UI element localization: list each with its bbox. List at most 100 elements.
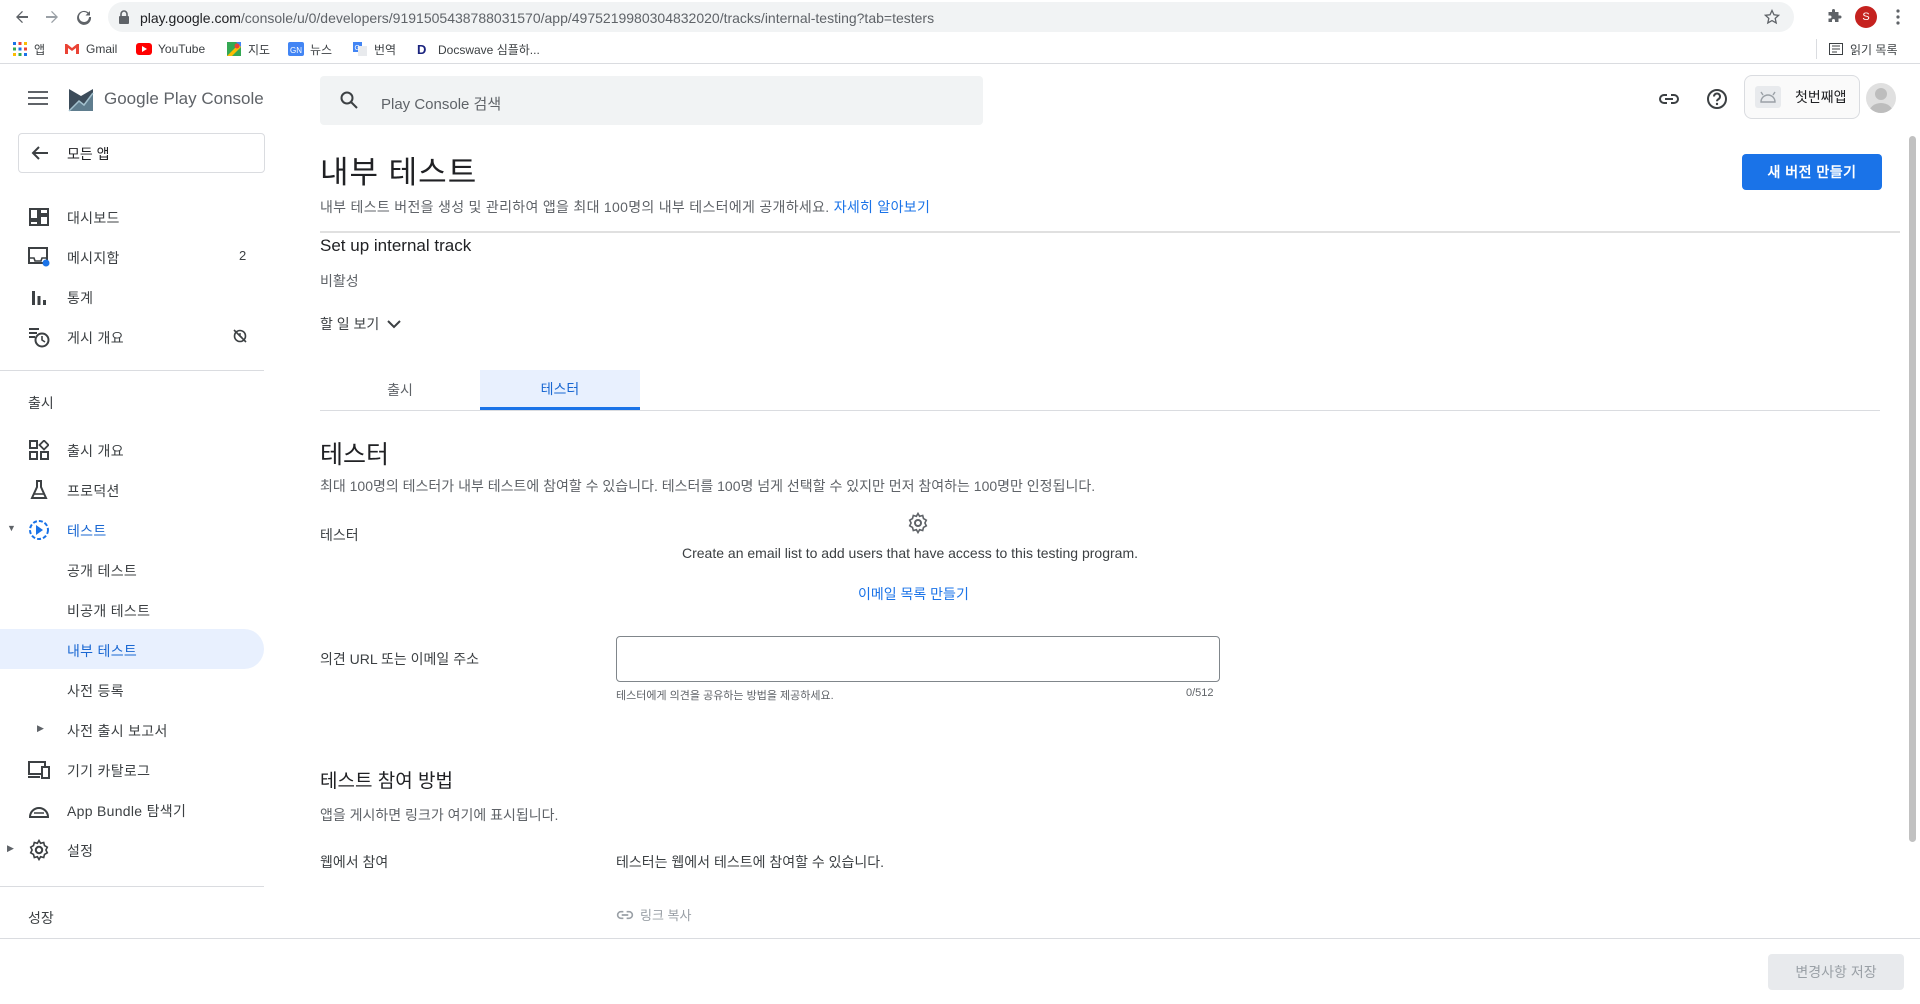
learn-more-link[interactable]: 자세히 알아보기 — [834, 199, 930, 215]
menu-icon[interactable] — [28, 91, 48, 105]
app-header: Google Play Console Play Console 검색 첫번째앱 — [0, 64, 1920, 136]
sidebar-divider — [0, 886, 264, 887]
sidebar-item-release-overview[interactable]: 출시 개요 — [0, 429, 264, 469]
android-icon — [1755, 86, 1781, 108]
sidebar-item-inbox[interactable]: 메시지함 2 — [0, 236, 264, 276]
search-icon — [340, 91, 358, 109]
feedback-url-input[interactable] — [616, 636, 1220, 682]
bookmark-docswave[interactable]: D Docswave 심플하... — [416, 40, 540, 58]
sidebar-item-open-testing[interactable]: 공개 테스트 — [0, 549, 264, 589]
reading-list-icon — [1828, 41, 1844, 57]
bookmark-label: Docswave 심플하... — [438, 42, 540, 57]
apps-grid-icon — [12, 41, 28, 57]
devices-icon — [28, 759, 50, 781]
inbox-count-badge: 2 — [239, 248, 247, 263]
settings-gear-icon — [907, 512, 929, 534]
sidebar-item-dashboard[interactable]: 대시보드 — [0, 196, 264, 236]
search-input[interactable]: Play Console 검색 — [320, 76, 983, 125]
sidebar-item-settings[interactable]: 설정 — [0, 829, 264, 869]
play-console-logo-icon — [67, 85, 95, 113]
testers-label: 테스터 — [320, 527, 359, 543]
bookmarks-bar: 앱 Gmail YouTube 지도 GN 뉴스 G 번역 D Docswave… — [0, 34, 1920, 64]
sidebar-item-label: 메시지함 — [67, 250, 120, 266]
bookmark-label: 앱 — [34, 42, 46, 57]
testers-description: 최대 100명의 테스터가 내부 테스트에 참여할 수 있습니다. 테스터를 1… — [320, 478, 1096, 494]
sidebar-item-production[interactable]: 프로덕션 — [0, 469, 264, 509]
bookmark-label: YouTube — [158, 42, 206, 56]
copy-link-button[interactable]: 링크 복사 — [616, 905, 691, 924]
create-new-release-button[interactable]: 새 버전 만들기 — [1742, 154, 1882, 190]
join-testing-heading: 테스트 참여 방법 — [320, 771, 453, 792]
save-changes-button[interactable]: 변경사항 저장 — [1768, 954, 1904, 990]
sidebar-item-pre-registration[interactable]: 사전 등록 — [0, 669, 264, 709]
all-apps-label: 모든 앱 — [67, 146, 110, 162]
bookmark-label: 뉴스 — [310, 42, 333, 57]
browser-menu-icon[interactable] — [1896, 9, 1900, 25]
page-description: 내부 테스트 버전을 생성 및 관리하여 앱을 최대 100명의 내부 테스터에… — [320, 197, 930, 217]
track-status: 비활성 — [320, 273, 359, 289]
extensions-icon[interactable] — [1826, 9, 1842, 25]
tab-testers[interactable]: 테스터 — [480, 370, 640, 410]
empty-email-list-text: Create an email list to add users that h… — [682, 545, 1139, 561]
help-icon[interactable] — [1704, 86, 1730, 112]
maps-icon — [226, 41, 242, 57]
sidebar-item-publishing-overview[interactable]: 게시 개요 — [0, 316, 264, 356]
link-icon[interactable] — [1656, 86, 1682, 112]
sidebar-item-closed-testing[interactable]: 비공개 테스트 — [0, 589, 264, 629]
sidebar-item-label: App Bundle 탐색기 — [67, 803, 187, 819]
sidebar-item-device-catalog[interactable]: 기기 카탈로그 — [0, 749, 264, 789]
svg-text:D: D — [417, 42, 426, 56]
managed-publishing-off-icon — [232, 328, 248, 344]
profile-initial: S — [1862, 11, 1870, 23]
sidebar-item-app-bundle-explorer[interactable]: App Bundle 탐색기 — [0, 789, 264, 829]
back-icon[interactable] — [10, 5, 34, 29]
production-icon — [28, 479, 50, 501]
sidebar-item-label: 통계 — [67, 290, 94, 306]
forward-icon[interactable] — [40, 5, 64, 29]
view-tasks-label: 할 일 보기 — [320, 316, 380, 332]
sidebar-item-label: 프로덕션 — [67, 483, 120, 499]
page-title: 내부 테스트 — [320, 155, 478, 190]
copy-link-label: 링크 복사 — [640, 908, 692, 923]
tabs-divider — [320, 410, 1880, 411]
sidebar-item-label: 게시 개요 — [67, 330, 124, 346]
reload-icon[interactable] — [72, 5, 96, 29]
bookmark-label: Gmail — [86, 42, 118, 56]
url-text: play.google.com/console/u/0/developers/9… — [140, 10, 935, 26]
feedback-label: 의견 URL 또는 이메일 주소 — [320, 651, 479, 667]
sidebar-item-internal-testing[interactable]: 내부 테스트 — [0, 629, 264, 669]
product-name[interactable]: Google Play Console — [104, 89, 264, 109]
bookmark-translate[interactable]: G 번역 — [352, 40, 396, 58]
page-scrollbar[interactable] — [1909, 136, 1916, 842]
dashboard-icon — [28, 206, 50, 228]
bookmark-star-icon[interactable] — [1764, 9, 1780, 25]
bookmark-apps[interactable]: 앱 — [12, 40, 45, 58]
account-avatar[interactable] — [1866, 83, 1896, 113]
all-apps-button[interactable]: 모든 앱 — [18, 133, 265, 173]
arrow-back-icon — [31, 146, 49, 160]
bookmark-maps[interactable]: 지도 — [226, 40, 270, 58]
publishing-overview-icon — [28, 326, 50, 348]
reading-list[interactable]: 읽기 목록 — [1828, 40, 1898, 58]
growth-section-heading: 성장 — [28, 910, 54, 926]
join-on-web-text: 테스터는 웹에서 테스트에 참여할 수 있습니다. — [616, 854, 885, 870]
bookmark-gmail[interactable]: Gmail — [64, 40, 117, 58]
app-switcher[interactable]: 첫번째앱 — [1744, 75, 1860, 119]
testing-icon — [28, 519, 50, 541]
stats-icon — [28, 286, 50, 308]
address-bar[interactable]: play.google.com/console/u/0/developers/9… — [108, 2, 1794, 32]
sidebar-item-pre-launch-report[interactable]: 사전 출시 보고서 — [0, 709, 264, 749]
bookmark-label: 번역 — [374, 42, 397, 57]
create-email-list-link[interactable]: 이메일 목록 만들기 — [858, 584, 969, 604]
sidebar-item-testing[interactable]: 테스트 — [0, 509, 264, 549]
sidebar-item-stats[interactable]: 통계 — [0, 276, 264, 316]
gmail-icon — [64, 41, 80, 57]
reading-list-label: 읽기 목록 — [1850, 42, 1898, 57]
view-tasks-toggle[interactable]: 할 일 보기 — [320, 313, 402, 335]
bookmark-youtube[interactable]: YouTube — [136, 40, 205, 58]
tab-releases[interactable]: 출시 — [320, 370, 480, 410]
bookmark-news[interactable]: GN 뉴스 — [288, 40, 332, 58]
sidebar-item-label: 내부 테스트 — [67, 643, 138, 659]
youtube-icon — [136, 41, 152, 57]
profile-avatar[interactable]: S — [1855, 6, 1877, 28]
